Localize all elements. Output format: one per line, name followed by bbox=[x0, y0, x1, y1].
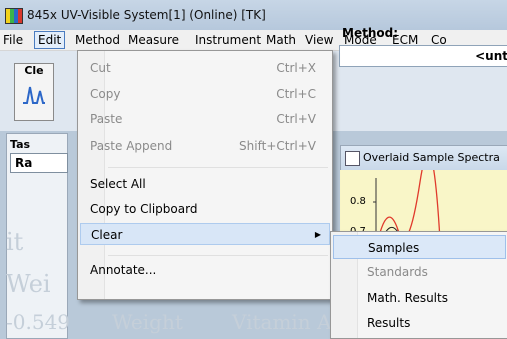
menu-method[interactable]: Method bbox=[72, 32, 123, 48]
menu-item-label: Standards bbox=[367, 265, 428, 279]
menu-edit[interactable]: Edit bbox=[34, 31, 66, 49]
app-icon bbox=[5, 8, 23, 24]
menu-file[interactable]: File bbox=[0, 32, 26, 48]
menu-measure[interactable]: Measure bbox=[125, 32, 182, 48]
submenu-arrow-icon: ▶ bbox=[314, 230, 321, 239]
menu-item-label: Cut bbox=[90, 61, 111, 75]
background-text: -0.549 bbox=[6, 310, 71, 334]
menu-item-shortcut: Ctrl+X bbox=[276, 61, 316, 75]
menu-item-label: Select All bbox=[90, 177, 146, 191]
menu-item-shortcut: Ctrl+C bbox=[276, 87, 316, 101]
menu-separator bbox=[108, 167, 328, 168]
method-field[interactable]: <unt bbox=[339, 45, 507, 67]
clear-button-label: Cle bbox=[24, 64, 44, 77]
background-text: it bbox=[6, 228, 24, 256]
title-bar: 845x UV-Visible System[1] (Online) [TK] bbox=[0, 0, 507, 30]
clear-button[interactable]: Cle bbox=[14, 63, 54, 121]
menu-item-cut[interactable]: Cut Ctrl+X bbox=[80, 57, 330, 79]
method-label: Method: bbox=[342, 26, 398, 40]
menu-instrument[interactable]: Instrument bbox=[192, 32, 264, 48]
method-value: <unt bbox=[475, 49, 507, 63]
spectrum-icon bbox=[23, 86, 45, 104]
menu-item-label: Results bbox=[367, 316, 411, 330]
submenu-item-samples[interactable]: Samples bbox=[333, 235, 506, 259]
menu-item-label: Annotate... bbox=[90, 263, 157, 277]
edit-menu: Cut Ctrl+X Copy Ctrl+C Paste Ctrl+V Past… bbox=[77, 50, 333, 300]
menu-item-label: Paste Append bbox=[90, 139, 173, 153]
menu-item-label: Copy to Clipboard bbox=[90, 202, 198, 216]
submenu-item-math-results[interactable]: Math. Results bbox=[333, 286, 506, 310]
menu-item-shortcut: Ctrl+V bbox=[276, 112, 316, 126]
y-tick-label: 0.8 bbox=[350, 196, 366, 207]
window-title: 845x UV-Visible System[1] (Online) [TK] bbox=[27, 8, 266, 22]
menu-view[interactable]: View bbox=[302, 32, 336, 48]
spectra-title: Overlaid Sample Spectra bbox=[363, 151, 500, 164]
menu-item-paste-append[interactable]: Paste Append Shift+Ctrl+V bbox=[80, 135, 330, 157]
menu-item-select-all[interactable]: Select All bbox=[80, 173, 330, 195]
menu-item-copy[interactable]: Copy Ctrl+C bbox=[80, 83, 330, 105]
menu-item-paste[interactable]: Paste Ctrl+V bbox=[80, 108, 330, 130]
spectra-header: Overlaid Sample Spectra bbox=[340, 145, 507, 171]
menu-item-label: Math. Results bbox=[367, 291, 448, 305]
submenu-item-standards[interactable]: Standards bbox=[333, 260, 506, 284]
task-combo[interactable]: Ra bbox=[10, 153, 68, 173]
task-label: Tas bbox=[10, 138, 31, 151]
menu-item-label: Clear bbox=[91, 228, 123, 242]
menu-item-clear[interactable]: Clear ▶ bbox=[80, 223, 330, 245]
menu-separator bbox=[108, 255, 328, 256]
background-text: Wei bbox=[6, 270, 51, 298]
chart-icon bbox=[345, 151, 360, 166]
menu-item-copy-to-clipboard[interactable]: Copy to Clipboard bbox=[80, 198, 330, 220]
menu-item-label: Copy bbox=[90, 87, 121, 101]
menu-item-annotate[interactable]: Annotate... bbox=[80, 259, 330, 281]
clear-submenu: Samples Standards Math. Results Results bbox=[330, 231, 507, 339]
menu-item-shortcut: Shift+Ctrl+V bbox=[239, 139, 316, 153]
menu-item-label: Paste bbox=[90, 112, 123, 126]
submenu-item-results[interactable]: Results bbox=[333, 311, 506, 335]
background-text: Weight bbox=[112, 310, 183, 334]
menu-item-label: Samples bbox=[368, 241, 420, 255]
menu-math[interactable]: Math bbox=[263, 32, 299, 48]
